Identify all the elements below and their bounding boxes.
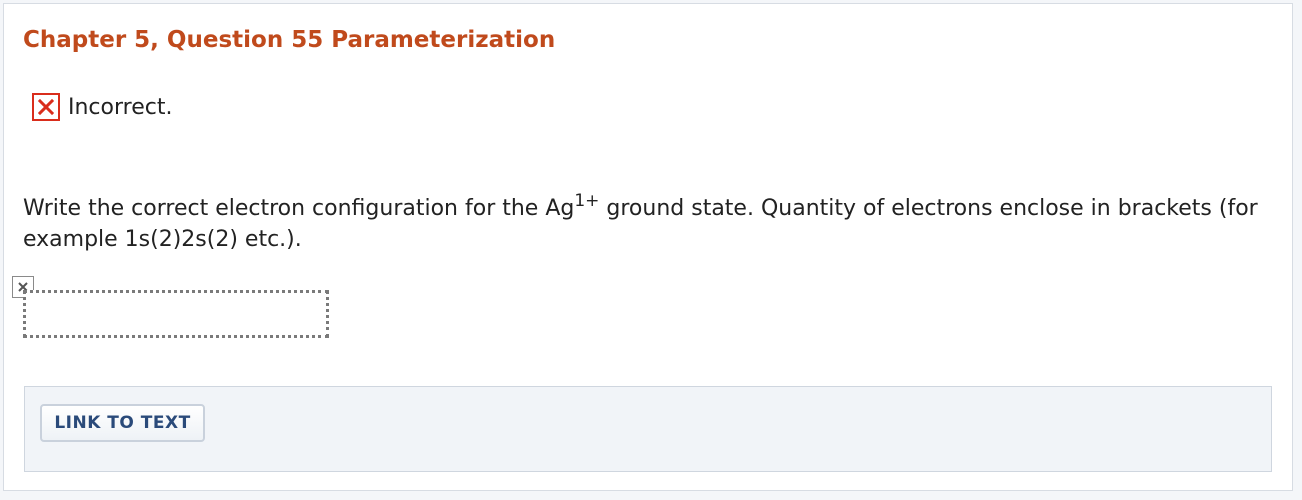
question-text-before: Write the correct electron configuration… <box>23 196 575 221</box>
x-mark-icon <box>32 93 60 121</box>
question-panel: Chapter 5, Question 55 Parameterization … <box>3 3 1293 491</box>
feedback-text: Incorrect. <box>68 94 173 120</box>
feedback-status: Incorrect. <box>32 93 172 121</box>
page-title: Chapter 5, Question 55 Parameterization <box>23 27 556 53</box>
link-to-text-button[interactable]: LINK TO TEXT <box>40 404 205 442</box>
charge-superscript: 1+ <box>574 191 600 211</box>
link-panel: LINK TO TEXT <box>24 386 1272 472</box>
question-text: Write the correct electron configuration… <box>23 193 1263 255</box>
answer-input[interactable] <box>23 290 329 338</box>
